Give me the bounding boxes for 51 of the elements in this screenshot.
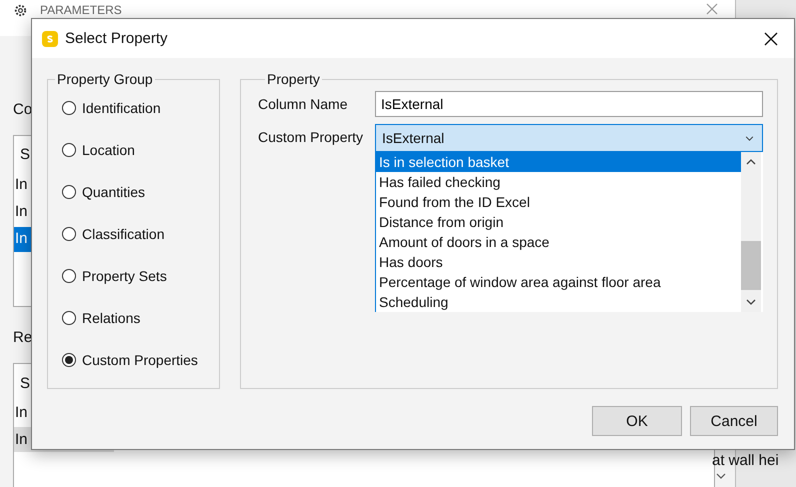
group-label: Property: [266, 71, 321, 87]
fragment-text: In: [15, 203, 28, 220]
radio-label[interactable]: Location: [82, 142, 135, 158]
fragment-text: In: [15, 404, 28, 421]
scroll-down-icon[interactable]: [746, 299, 756, 305]
dropdown-option[interactable]: Has doors: [376, 252, 741, 272]
fragment-text: at wall hei: [712, 452, 779, 469]
radio-label[interactable]: Identification: [82, 100, 161, 116]
fragment-text: S: [20, 146, 30, 163]
dialog-title: Select Property: [65, 30, 168, 47]
gear-icon: [13, 3, 28, 18]
custom-property-dropdown[interactable]: IsExternal: [375, 124, 763, 152]
dialog-button[interactable]: OK: [592, 406, 682, 436]
fragment-text: Co: [13, 101, 32, 118]
radio-button[interactable]: [62, 353, 76, 367]
dropdown-option[interactable]: Has failed checking: [376, 172, 741, 192]
dropdown-option[interactable]: Scheduling: [376, 292, 741, 312]
radio-label[interactable]: Relations: [82, 310, 140, 326]
radio-button[interactable]: [62, 185, 76, 199]
dropdown-option[interactable]: Percentage of window area against floor area: [376, 272, 741, 292]
chevron-down-icon[interactable]: [716, 473, 726, 479]
fragment-text: In: [15, 230, 28, 247]
dialog-button[interactable]: Cancel: [690, 406, 778, 436]
field-label: Custom Property: [258, 128, 364, 147]
radio-button[interactable]: [62, 101, 76, 115]
close-icon[interactable]: [764, 32, 778, 46]
radio-button[interactable]: [62, 143, 76, 157]
window-title: PARAMETERS: [40, 3, 122, 17]
field-label: Column Name: [258, 95, 348, 114]
dropdown-option[interactable]: Amount of doors in a space: [376, 232, 741, 252]
scroll-up-icon[interactable]: [746, 159, 756, 165]
radio-label[interactable]: Custom Properties: [82, 352, 198, 368]
radio-label[interactable]: Quantities: [82, 184, 146, 200]
column-name-field[interactable]: IsExternal: [375, 91, 763, 117]
radio-button[interactable]: [62, 311, 76, 325]
dropdown-option[interactable]: Distance from origin: [376, 212, 741, 232]
dropdown-option[interactable]: Is in selection basket: [376, 152, 741, 172]
fragment-text: S: [20, 375, 30, 392]
fragment-text: Re: [13, 329, 32, 346]
group-label: Property Group: [56, 71, 154, 87]
radio-label[interactable]: Property Sets: [82, 268, 167, 284]
app-icon: [42, 30, 58, 46]
scrollbar[interactable]: [741, 152, 761, 312]
scrollbar-thumb[interactable]: [741, 241, 761, 290]
dropdown-option[interactable]: Found from the ID Excel: [376, 192, 741, 212]
radio-label[interactable]: Classification: [82, 226, 164, 242]
radio-button[interactable]: [62, 227, 76, 241]
caret-icon: [745, 136, 754, 140]
radio-button[interactable]: [62, 269, 76, 283]
fragment-text: In: [15, 431, 28, 448]
fragment-text: In: [15, 176, 28, 193]
